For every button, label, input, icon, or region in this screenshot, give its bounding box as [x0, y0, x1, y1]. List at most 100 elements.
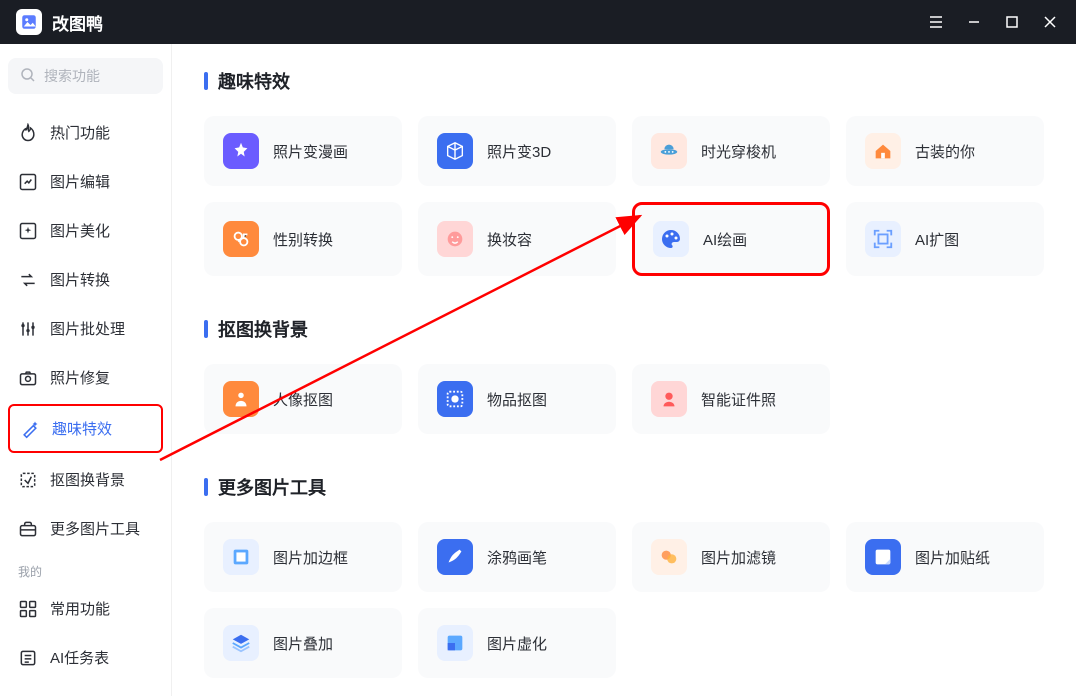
- card-label: AI绘画: [703, 229, 747, 250]
- card-photo-to-anime[interactable]: 照片变漫画: [204, 116, 402, 186]
- wand-icon: [20, 419, 40, 439]
- card-portrait-cutout[interactable]: 人像抠图: [204, 364, 402, 434]
- section-title: 抠图换背景: [218, 316, 308, 342]
- card-label: 古装的你: [915, 141, 975, 162]
- sidebar-item-repair[interactable]: 照片修复: [8, 355, 163, 400]
- border-icon: [223, 539, 259, 575]
- toolbox-icon: [18, 519, 38, 539]
- sidebar-item-label: 热门功能: [50, 122, 110, 143]
- card-overlay[interactable]: 图片叠加: [204, 608, 402, 678]
- card-id-photo[interactable]: 智能证件照: [632, 364, 830, 434]
- maximize-icon[interactable]: [1002, 15, 1022, 29]
- gender-icon: [223, 221, 259, 257]
- card-gender-swap[interactable]: 性别转换: [204, 202, 402, 276]
- card-label: 时光穿梭机: [701, 141, 776, 162]
- card-time-machine[interactable]: 时光穿梭机: [632, 116, 830, 186]
- section-bar-icon: [204, 478, 208, 496]
- card-label: 图片加贴纸: [915, 547, 990, 568]
- section-title: 趣味特效: [218, 68, 290, 94]
- cube-icon: [437, 133, 473, 169]
- filter-icon: [651, 539, 687, 575]
- person-icon: [223, 381, 259, 417]
- grid-icon: [18, 599, 38, 619]
- card-add-sticker[interactable]: 图片加贴纸: [846, 522, 1044, 592]
- sidebar-item-label: 图片转换: [50, 269, 110, 290]
- section-header-cutout: 抠图换背景: [204, 316, 1044, 342]
- sidebar-my-label: 我的: [8, 555, 163, 586]
- palette-icon: [653, 221, 689, 257]
- sidebar-item-batch[interactable]: 图片批处理: [8, 306, 163, 351]
- sidebar-item-more-tools[interactable]: 更多图片工具: [8, 506, 163, 551]
- camera-icon: [18, 368, 38, 388]
- section-header-more-tools: 更多图片工具: [204, 474, 1044, 500]
- titlebar-left: 改图鸭: [16, 9, 103, 35]
- card-label: 照片变漫画: [273, 141, 348, 162]
- card-label: 涂鸦画笔: [487, 547, 547, 568]
- titlebar: 改图鸭: [0, 0, 1076, 44]
- sidebar-item-label: 图片美化: [50, 220, 110, 241]
- sidebar-item-label: 图片批处理: [50, 318, 125, 339]
- section-bar-icon: [204, 72, 208, 90]
- star-icon: [223, 133, 259, 169]
- sidebar-item-label: 常用功能: [50, 598, 110, 619]
- sidebar-item-favorites[interactable]: 常用功能: [8, 586, 163, 631]
- layers-icon: [223, 625, 259, 661]
- search-icon: [20, 67, 36, 86]
- sidebar-item-label: 图片编辑: [50, 171, 110, 192]
- face-icon: [437, 221, 473, 257]
- card-makeup-swap[interactable]: 换妆容: [418, 202, 616, 276]
- brush-icon: [437, 539, 473, 575]
- sidebar-item-label: AI任务表: [50, 647, 109, 668]
- sidebar-item-hot[interactable]: 热门功能: [8, 110, 163, 155]
- content-area: 趣味特效 照片变漫画 照片变3D 时光穿梭机 古装的你 性别转换: [172, 44, 1076, 696]
- list-icon: [18, 648, 38, 668]
- card-label: AI扩图: [915, 229, 959, 250]
- close-icon[interactable]: [1040, 15, 1060, 29]
- section-title: 更多图片工具: [218, 474, 326, 500]
- app-title: 改图鸭: [52, 10, 103, 35]
- card-add-border[interactable]: 图片加边框: [204, 522, 402, 592]
- card-label: 性别转换: [273, 229, 333, 250]
- section-header-effects: 趣味特效: [204, 68, 1044, 94]
- sidebar-item-cutout[interactable]: 抠图换背景: [8, 457, 163, 502]
- menu-icon[interactable]: [926, 14, 946, 30]
- id-icon: [651, 381, 687, 417]
- card-ai-expand[interactable]: AI扩图: [846, 202, 1044, 276]
- card-label: 物品抠图: [487, 389, 547, 410]
- sidebar-item-convert[interactable]: 图片转换: [8, 257, 163, 302]
- window-controls: [926, 14, 1060, 30]
- card-doodle-brush[interactable]: 涂鸦画笔: [418, 522, 616, 592]
- app-logo-icon: [16, 9, 42, 35]
- sidebar-item-effects[interactable]: 趣味特效: [8, 404, 163, 453]
- card-label: 人像抠图: [273, 389, 333, 410]
- scissors-icon: [18, 470, 38, 490]
- card-label: 图片叠加: [273, 633, 333, 654]
- card-label: 智能证件照: [701, 389, 776, 410]
- card-photo-to-3d[interactable]: 照片变3D: [418, 116, 616, 186]
- sidebar-item-label: 抠图换背景: [50, 469, 125, 490]
- sticker-icon: [865, 539, 901, 575]
- edit-icon: [18, 172, 38, 192]
- minimize-icon[interactable]: [964, 15, 984, 29]
- section-bar-icon: [204, 320, 208, 338]
- card-object-cutout[interactable]: 物品抠图: [418, 364, 616, 434]
- card-label: 图片虚化: [487, 633, 547, 654]
- card-ai-painting[interactable]: AI绘画: [632, 202, 830, 276]
- card-label: 换妆容: [487, 229, 532, 250]
- sidebar-item-ai-tasks[interactable]: AI任务表: [8, 635, 163, 680]
- card-label: 照片变3D: [487, 141, 551, 162]
- sidebar-item-label: 趣味特效: [52, 418, 112, 439]
- sparkle-icon: [18, 221, 38, 241]
- sidebar-item-label: 照片修复: [50, 367, 110, 388]
- fire-icon: [18, 123, 38, 143]
- card-blur[interactable]: 图片虚化: [418, 608, 616, 678]
- search-input[interactable]: 搜索功能: [8, 58, 163, 94]
- blur-icon: [437, 625, 473, 661]
- expand-icon: [865, 221, 901, 257]
- object-icon: [437, 381, 473, 417]
- card-add-filter[interactable]: 图片加滤镜: [632, 522, 830, 592]
- batch-icon: [18, 319, 38, 339]
- card-ancient-costume[interactable]: 古装的你: [846, 116, 1044, 186]
- sidebar-item-edit[interactable]: 图片编辑: [8, 159, 163, 204]
- sidebar-item-beautify[interactable]: 图片美化: [8, 208, 163, 253]
